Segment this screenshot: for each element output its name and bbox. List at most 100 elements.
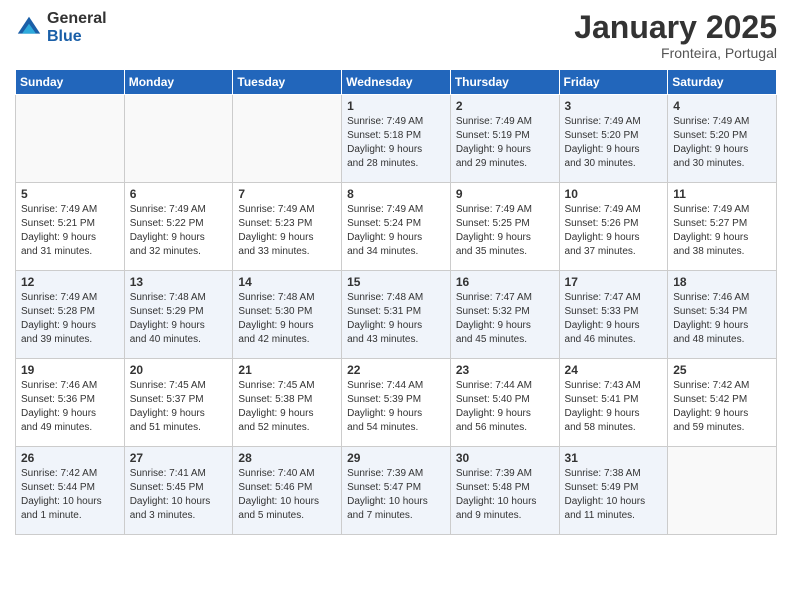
- calendar-cell: 31 Sunrise: 7:38 AM Sunset: 5:49 PM Dayli…: [559, 447, 668, 535]
- day-number: 15: [347, 275, 446, 289]
- weekday-header-tuesday: Tuesday: [233, 70, 342, 95]
- calendar-cell: 3Sunrise: 7:49 AM Sunset: 5:20 PM Daylig…: [559, 95, 668, 183]
- calendar-cell: [233, 95, 342, 183]
- day-number: 4: [673, 99, 772, 113]
- day-number: 5: [21, 187, 120, 201]
- day-info: Sunrise: 7:49 AM Sunset: 5:25 PM Dayligh…: [456, 203, 555, 259]
- calendar-cell: [124, 95, 233, 183]
- logo-text: General Blue: [47, 10, 107, 45]
- calendar-cell: 6 Sunrise: 7:49 AM Sunset: 5:22 PM Daylig…: [124, 183, 233, 271]
- day-info: Sunrise: 7:49 AM Sunset: 5:19 PM Dayligh…: [456, 115, 555, 171]
- day-info: Sunrise: 7:48 AM Sunset: 5:29 PM Dayligh…: [130, 291, 229, 347]
- calendar-cell: 29Sunrise: 7:39 AM Sunset: 5:47 PM Dayli…: [342, 447, 451, 535]
- calendar-title: January 2025: [574, 10, 777, 45]
- day-info: Sunrise: 7:41 AM Sunset: 5:45 PM Dayligh…: [130, 467, 229, 523]
- calendar-cell: 27Sunrise: 7:41 AM Sunset: 5:45 PM Dayli…: [124, 447, 233, 535]
- calendar-cell: 18 Sunrise: 7:46 AM Sunset: 5:34 PM Dayli…: [668, 271, 777, 359]
- day-info: Sunrise: 7:44 AM Sunset: 5:39 PM Dayligh…: [347, 379, 446, 435]
- day-info: Sunrise: 7:47 AM Sunset: 5:32 PM Dayligh…: [456, 291, 555, 347]
- day-number: 16: [456, 275, 555, 289]
- day-number: 8: [347, 187, 446, 201]
- calendar-cell: [668, 447, 777, 535]
- calendar-cell: 28Sunrise: 7:40 AM Sunset: 5:46 PM Dayli…: [233, 447, 342, 535]
- day-info: Sunrise: 7:49 AM Sunset: 5:28 PM Dayligh…: [21, 291, 120, 347]
- calendar-cell: 5 Sunrise: 7:49 AM Sunset: 5:21 PM Daylig…: [16, 183, 125, 271]
- day-info: Sunrise: 7:43 AM Sunset: 5:41 PM Dayligh…: [565, 379, 664, 435]
- weekday-header-sunday: Sunday: [16, 70, 125, 95]
- calendar-cell: 7Sunrise: 7:49 AM Sunset: 5:23 PM Daylig…: [233, 183, 342, 271]
- calendar-cell: 2 Sunrise: 7:49 AM Sunset: 5:19 PM Daylig…: [450, 95, 559, 183]
- day-info: Sunrise: 7:39 AM Sunset: 5:48 PM Dayligh…: [456, 467, 555, 523]
- day-info: Sunrise: 7:39 AM Sunset: 5:47 PM Dayligh…: [347, 467, 446, 523]
- header: General Blue January 2025 Fronteira, Por…: [15, 10, 777, 61]
- day-info: Sunrise: 7:49 AM Sunset: 5:20 PM Dayligh…: [565, 115, 664, 171]
- day-number: 7: [238, 187, 337, 201]
- calendar-cell: 4 Sunrise: 7:49 AM Sunset: 5:20 PM Daylig…: [668, 95, 777, 183]
- calendar-week-5: 26 Sunrise: 7:42 AM Sunset: 5:44 PM Dayli…: [16, 447, 777, 535]
- day-number: 21: [238, 363, 337, 377]
- logo: General Blue: [15, 10, 107, 45]
- day-info: Sunrise: 7:46 AM Sunset: 5:34 PM Dayligh…: [673, 291, 772, 347]
- calendar-cell: [16, 95, 125, 183]
- day-number: 17: [565, 275, 664, 289]
- calendar-table: SundayMondayTuesdayWednesdayThursdayFrid…: [15, 69, 777, 535]
- calendar-cell: 30 Sunrise: 7:39 AM Sunset: 5:48 PM Dayli…: [450, 447, 559, 535]
- calendar-cell: 22 Sunrise: 7:44 AM Sunset: 5:39 PM Dayli…: [342, 359, 451, 447]
- calendar-cell: 19Sunrise: 7:46 AM Sunset: 5:36 PM Dayli…: [16, 359, 125, 447]
- day-number: 9: [456, 187, 555, 201]
- day-info: Sunrise: 7:47 AM Sunset: 5:33 PM Dayligh…: [565, 291, 664, 347]
- day-number: 22: [347, 363, 446, 377]
- calendar-cell: 25 Sunrise: 7:42 AM Sunset: 5:42 PM Dayli…: [668, 359, 777, 447]
- calendar-cell: 17 Sunrise: 7:47 AM Sunset: 5:33 PM Dayli…: [559, 271, 668, 359]
- calendar-cell: 16 Sunrise: 7:47 AM Sunset: 5:32 PM Dayli…: [450, 271, 559, 359]
- weekday-header-friday: Friday: [559, 70, 668, 95]
- day-info: Sunrise: 7:42 AM Sunset: 5:42 PM Dayligh…: [673, 379, 772, 435]
- day-number: 25: [673, 363, 772, 377]
- calendar-cell: 8Sunrise: 7:49 AM Sunset: 5:24 PM Daylig…: [342, 183, 451, 271]
- calendar-week-1: 1Sunrise: 7:49 AM Sunset: 5:18 PM Daylig…: [16, 95, 777, 183]
- calendar-cell: 1Sunrise: 7:49 AM Sunset: 5:18 PM Daylig…: [342, 95, 451, 183]
- calendar-cell: 14Sunrise: 7:48 AM Sunset: 5:30 PM Dayli…: [233, 271, 342, 359]
- day-number: 30: [456, 451, 555, 465]
- day-number: 24: [565, 363, 664, 377]
- calendar-cell: 9 Sunrise: 7:49 AM Sunset: 5:25 PM Daylig…: [450, 183, 559, 271]
- calendar-week-3: 12 Sunrise: 7:49 AM Sunset: 5:28 PM Dayli…: [16, 271, 777, 359]
- day-info: Sunrise: 7:49 AM Sunset: 5:22 PM Dayligh…: [130, 203, 229, 259]
- logo-general-text: General: [47, 10, 107, 28]
- day-info: Sunrise: 7:49 AM Sunset: 5:20 PM Dayligh…: [673, 115, 772, 171]
- day-info: Sunrise: 7:38 AM Sunset: 5:49 PM Dayligh…: [565, 467, 664, 523]
- calendar-cell: 13 Sunrise: 7:48 AM Sunset: 5:29 PM Dayli…: [124, 271, 233, 359]
- day-number: 31: [565, 451, 664, 465]
- day-info: Sunrise: 7:45 AM Sunset: 5:38 PM Dayligh…: [238, 379, 337, 435]
- calendar-cell: 12 Sunrise: 7:49 AM Sunset: 5:28 PM Dayli…: [16, 271, 125, 359]
- logo-icon: [15, 14, 43, 42]
- calendar-subtitle: Fronteira, Portugal: [574, 45, 777, 61]
- calendar-week-4: 19Sunrise: 7:46 AM Sunset: 5:36 PM Dayli…: [16, 359, 777, 447]
- day-number: 23: [456, 363, 555, 377]
- day-number: 2: [456, 99, 555, 113]
- calendar-cell: 24 Sunrise: 7:43 AM Sunset: 5:41 PM Dayli…: [559, 359, 668, 447]
- day-info: Sunrise: 7:48 AM Sunset: 5:30 PM Dayligh…: [238, 291, 337, 347]
- day-number: 12: [21, 275, 120, 289]
- day-info: Sunrise: 7:49 AM Sunset: 5:26 PM Dayligh…: [565, 203, 664, 259]
- weekday-header-saturday: Saturday: [668, 70, 777, 95]
- day-number: 18: [673, 275, 772, 289]
- calendar-cell: 20 Sunrise: 7:45 AM Sunset: 5:37 PM Dayli…: [124, 359, 233, 447]
- day-info: Sunrise: 7:49 AM Sunset: 5:21 PM Dayligh…: [21, 203, 120, 259]
- day-number: 13: [130, 275, 229, 289]
- weekday-header-row: SundayMondayTuesdayWednesdayThursdayFrid…: [16, 70, 777, 95]
- day-number: 6: [130, 187, 229, 201]
- day-number: 26: [21, 451, 120, 465]
- weekday-header-wednesday: Wednesday: [342, 70, 451, 95]
- calendar-cell: 23 Sunrise: 7:44 AM Sunset: 5:40 PM Dayli…: [450, 359, 559, 447]
- day-number: 10: [565, 187, 664, 201]
- weekday-header-monday: Monday: [124, 70, 233, 95]
- calendar-cell: 15Sunrise: 7:48 AM Sunset: 5:31 PM Dayli…: [342, 271, 451, 359]
- day-info: Sunrise: 7:44 AM Sunset: 5:40 PM Dayligh…: [456, 379, 555, 435]
- day-info: Sunrise: 7:45 AM Sunset: 5:37 PM Dayligh…: [130, 379, 229, 435]
- calendar-week-2: 5 Sunrise: 7:49 AM Sunset: 5:21 PM Daylig…: [16, 183, 777, 271]
- day-info: Sunrise: 7:42 AM Sunset: 5:44 PM Dayligh…: [21, 467, 120, 523]
- weekday-header-thursday: Thursday: [450, 70, 559, 95]
- day-number: 20: [130, 363, 229, 377]
- day-number: 1: [347, 99, 446, 113]
